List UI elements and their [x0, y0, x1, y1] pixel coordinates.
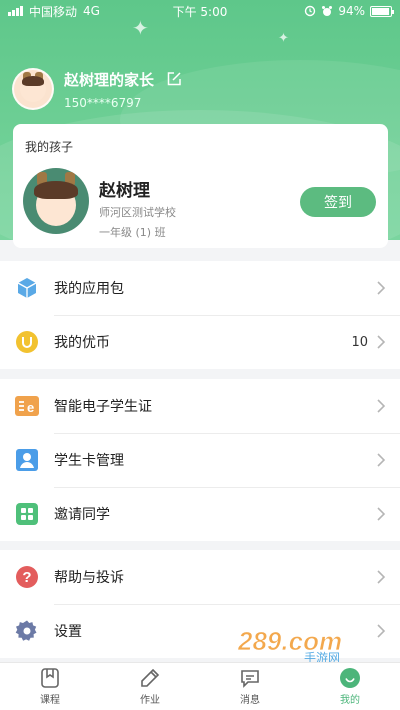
edit-icon[interactable] [166, 71, 182, 87]
menu-item-label: 我的应用包 [54, 281, 124, 297]
site-watermark-logo: 289.com 手游网 [237, 626, 343, 664]
svg-text:e: e [27, 400, 34, 415]
question-icon: ? [14, 564, 40, 590]
coin-icon [14, 329, 40, 355]
child-name: 赵树理 [99, 181, 150, 201]
menu-group-account: 我的应用包 我的优币 10 [0, 261, 400, 369]
tab-label: 作业 [140, 695, 160, 706]
tab-messages[interactable]: 消息 [200, 663, 300, 710]
menu-item-label: 我的优币 [54, 335, 110, 351]
menu-item-app-package[interactable]: 我的应用包 [0, 261, 400, 315]
carrier-label: 中国移动 [29, 4, 78, 19]
bottom-tab-bar: 课程 作业 消息 我的 [0, 662, 400, 710]
menu-item-student-card[interactable]: 学生卡管理 [0, 433, 400, 487]
battery-icon [370, 5, 394, 17]
child-school: 师河区测试学校 [99, 206, 176, 219]
signal-icon [8, 6, 23, 16]
menu-item-label: 邀请同学 [54, 507, 110, 523]
tab-course[interactable]: 课程 [0, 663, 100, 710]
sign-in-button[interactable]: 签到 [300, 187, 376, 217]
menu-item-coins[interactable]: 我的优币 10 [0, 315, 400, 369]
parent-profile[interactable]: 赵树理的家长 150****6797 [12, 68, 182, 110]
parent-avatar[interactable] [12, 68, 54, 110]
chevron-right-icon [377, 281, 386, 295]
parent-phone: 150****6797 [64, 95, 142, 110]
menu-item-invite[interactable]: 邀请同学 [0, 487, 400, 541]
menu-item-label: 智能电子学生证 [54, 399, 152, 415]
tab-label: 我的 [340, 695, 360, 706]
menu-item-label: 帮助与投诉 [54, 570, 124, 586]
tab-label: 消息 [240, 695, 260, 706]
sparkle-icon: ✦ [278, 31, 289, 46]
child-avatar[interactable] [23, 168, 89, 234]
menu-item-label: 学生卡管理 [54, 453, 124, 469]
chevron-right-icon [377, 507, 386, 521]
alarm-clock-icon [322, 6, 333, 16]
child-card: 我的孩子 赵树理 师河区测试学校 一年级 (1) 班 签到 [13, 124, 388, 248]
pencil-icon [141, 668, 160, 687]
me-icon [340, 668, 360, 688]
battery-percent: 94% [338, 4, 365, 18]
gear-icon [14, 618, 40, 644]
parent-name: 赵树理的家长 [64, 70, 155, 89]
student-id-icon: e [14, 393, 40, 419]
child-card-title: 我的孩子 [25, 140, 74, 154]
cube-icon [14, 275, 40, 301]
grid-icon [14, 501, 40, 527]
svg-text:?: ? [22, 569, 31, 586]
chevron-right-icon [377, 570, 386, 584]
coin-balance: 10 [351, 334, 368, 350]
chevron-right-icon [377, 453, 386, 467]
status-bar: 中国移动 4G 下午 5:00 94% [0, 0, 400, 22]
menu-group-student: e 智能电子学生证 学生卡管理 邀请同学 [0, 379, 400, 541]
network-label: 4G [83, 4, 100, 18]
chevron-right-icon [377, 399, 386, 413]
user-card-icon [14, 447, 40, 473]
alarm-icon [305, 5, 316, 17]
menu-item-student-id[interactable]: e 智能电子学生证 [0, 379, 400, 433]
tab-me[interactable]: 我的 [300, 663, 400, 710]
bookmark-icon [41, 668, 59, 688]
clock-label: 下午 5:00 [172, 4, 228, 19]
child-grade: 一年级 (1) 班 [99, 226, 166, 239]
tab-homework[interactable]: 作业 [100, 663, 200, 710]
tab-label: 课程 [40, 695, 60, 706]
menu-item-help[interactable]: ? 帮助与投诉 [0, 550, 400, 604]
chevron-right-icon [377, 335, 386, 349]
message-icon [241, 670, 259, 688]
